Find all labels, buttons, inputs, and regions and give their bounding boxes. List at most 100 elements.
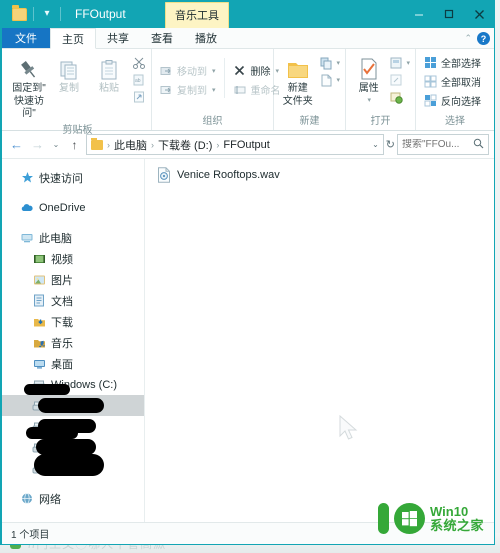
sidebar-item-desktop[interactable]: 桌面 bbox=[2, 353, 144, 374]
refresh-button[interactable]: ↻ bbox=[386, 138, 395, 151]
maximize-button[interactable] bbox=[434, 0, 464, 28]
move-to-label: 移动到 bbox=[177, 67, 207, 78]
collapse-ribbon-icon[interactable]: ⌃ bbox=[464, 33, 472, 44]
sidebar-label: 网络 bbox=[39, 493, 61, 506]
chevron-down-icon[interactable]: ▾ bbox=[367, 96, 371, 104]
open-with-button[interactable]: ▾ bbox=[389, 56, 410, 70]
history-button[interactable] bbox=[389, 90, 410, 104]
download-icon bbox=[32, 315, 46, 329]
select-none-label: 全部取消 bbox=[441, 78, 481, 89]
chevron-down-icon[interactable]: ▾ bbox=[336, 59, 340, 67]
sidebar-label: 快速访问 bbox=[39, 172, 83, 185]
sidebar-item-music[interactable]: 音乐 bbox=[2, 332, 144, 353]
copy-label: 复制 bbox=[59, 83, 79, 94]
select-none-button[interactable]: 全部取消 bbox=[421, 73, 485, 90]
paste-icon bbox=[98, 55, 120, 81]
properties-button[interactable]: 属性 ▾ bbox=[351, 52, 386, 104]
pin-label-line2: 快速访问" bbox=[14, 95, 44, 120]
paste-button[interactable]: 粘贴 bbox=[89, 52, 129, 96]
move-to-icon bbox=[159, 64, 173, 78]
chevron-down-icon[interactable]: ▾ bbox=[406, 59, 410, 67]
address-folder-icon bbox=[91, 137, 103, 150]
ribbon-group-select: 全部选择 全部取消 反向选择 选择 bbox=[416, 49, 494, 130]
breadcrumb-drive-d[interactable]: 下载卷 (D:) bbox=[158, 137, 212, 153]
search-box[interactable] bbox=[397, 134, 489, 155]
ribbon-tab-strip-right: ⌃ ? bbox=[464, 28, 490, 49]
breadcrumb-separator: › bbox=[107, 139, 110, 150]
mouse-cursor bbox=[337, 414, 363, 447]
sidebar-item-downloads[interactable]: 下载 bbox=[2, 311, 144, 332]
tab-share[interactable]: 共享 bbox=[96, 28, 140, 48]
copy-path-button[interactable]: ab bbox=[132, 73, 146, 87]
list-item[interactable]: Venice Rooftops.wav bbox=[157, 167, 280, 183]
cut-button[interactable] bbox=[132, 56, 146, 70]
sidebar-item-pictures[interactable]: 图片 bbox=[2, 269, 144, 290]
sidebar-item-drive-g[interactable]: (G:) bbox=[2, 454, 144, 479]
pin-label-line1: 固定到" bbox=[12, 83, 46, 94]
address-dropdown-icon[interactable]: ⌄ bbox=[372, 140, 379, 149]
svg-text:ab: ab bbox=[135, 78, 141, 84]
document-icon bbox=[32, 294, 46, 308]
search-input[interactable] bbox=[402, 139, 471, 150]
ribbon: 固定到" 快速访问" 复制 粘贴 ab 剪贴板 移动到 ▾ 复制到 ▾ 删除 ▾… bbox=[2, 49, 494, 136]
rename-icon bbox=[233, 83, 247, 97]
watermark-line1: Win10 bbox=[430, 503, 469, 519]
paste-shortcut-button[interactable] bbox=[132, 90, 146, 104]
tab-play[interactable]: 播放 bbox=[184, 28, 228, 48]
new-folder-label-line1: 新建 bbox=[287, 83, 308, 94]
copy-to-button[interactable]: 复制到 ▾ bbox=[157, 81, 220, 98]
sidebar-item-windows-c[interactable]: Windows (C:) bbox=[2, 374, 144, 395]
chevron-down-icon[interactable]: ▾ bbox=[212, 86, 216, 94]
watermark-bar bbox=[378, 503, 389, 534]
sidebar-item-drive-d[interactable]: (D:) bbox=[2, 395, 144, 416]
select-all-button[interactable]: 全部选择 bbox=[421, 54, 485, 71]
pin-to-quick-access-button[interactable]: 固定到" 快速访问" bbox=[9, 52, 49, 121]
folder-icon bbox=[12, 4, 27, 21]
new-item-button[interactable]: ▾ bbox=[319, 56, 340, 70]
move-to-button[interactable]: 移动到 ▾ bbox=[157, 62, 220, 79]
close-button[interactable] bbox=[464, 0, 494, 28]
select-group-label: 选择 bbox=[445, 116, 465, 127]
minimize-button[interactable] bbox=[404, 0, 434, 28]
invert-selection-button[interactable]: 反向选择 bbox=[421, 92, 485, 109]
tab-home[interactable]: 主页 bbox=[50, 28, 96, 49]
sidebar-item-documents[interactable]: 文档 bbox=[2, 290, 144, 311]
invert-selection-icon bbox=[423, 94, 437, 108]
watermark-text: Win10 系统之家 bbox=[430, 505, 484, 532]
copy-path-icon: ab bbox=[132, 73, 146, 87]
redaction-mark bbox=[24, 384, 70, 395]
sidebar-item-quick-access[interactable]: 快速访问 bbox=[2, 167, 144, 188]
tab-file[interactable]: 文件 bbox=[2, 28, 50, 48]
select-all-icon bbox=[423, 56, 437, 70]
help-icon[interactable]: ? bbox=[477, 32, 490, 45]
chevron-down-icon[interactable]: ▾ bbox=[212, 67, 216, 75]
open-group-label: 打开 bbox=[370, 116, 391, 127]
address-actions: ⌄ bbox=[372, 140, 381, 149]
new-folder-button[interactable]: 新建 文件夹 bbox=[279, 52, 316, 108]
quick-access-toolbar-caret-icon[interactable]: ▾ bbox=[40, 9, 54, 19]
ribbon-group-organize: 移动到 ▾ 复制到 ▾ 删除 ▾ 重命名 组织 bbox=[152, 49, 281, 130]
contextual-tab-music-tools[interactable]: 音乐工具 bbox=[165, 2, 229, 28]
sidebar-item-this-pc[interactable]: 此电脑 bbox=[2, 227, 144, 248]
tab-view[interactable]: 查看 bbox=[140, 28, 184, 48]
file-list[interactable]: Venice Rooftops.wav bbox=[145, 159, 494, 522]
divider bbox=[60, 7, 61, 21]
chevron-down-icon[interactable]: ▾ bbox=[336, 76, 340, 84]
sidebar-label: 文档 bbox=[51, 295, 73, 308]
invert-selection-label: 反向选择 bbox=[441, 97, 481, 108]
sidebar-item-videos[interactable]: 视频 bbox=[2, 248, 144, 269]
breadcrumb-ffoutput[interactable]: FFOutput bbox=[223, 139, 269, 151]
select-none-icon bbox=[423, 75, 437, 89]
title-bar: ▾ FFOutput 音乐工具 bbox=[2, 0, 494, 28]
sidebar-item-onedrive[interactable]: OneDrive bbox=[2, 197, 144, 218]
easy-access-button[interactable]: ▾ bbox=[319, 73, 340, 87]
sidebar-item-network[interactable]: 网络 bbox=[2, 488, 144, 509]
breadcrumb-separator: › bbox=[216, 139, 220, 150]
edit-button[interactable] bbox=[389, 73, 410, 87]
ribbon-group-clipboard: 固定到" 快速访问" 复制 粘贴 ab 剪贴板 bbox=[4, 49, 152, 136]
breadcrumb-this-pc[interactable]: 此电脑 bbox=[114, 137, 147, 153]
star-icon bbox=[20, 171, 34, 185]
copy-button[interactable]: 复制 bbox=[49, 52, 89, 96]
video-icon bbox=[32, 252, 46, 266]
